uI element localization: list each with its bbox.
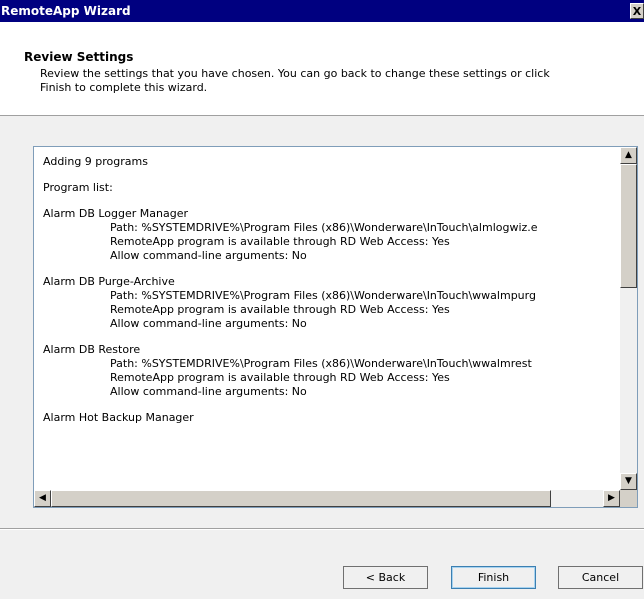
back-button[interactable]: < Back	[343, 566, 428, 589]
program-web-access: RemoteApp program is available through R…	[110, 235, 450, 248]
horizontal-scrollbar[interactable]: ◀ ▶	[34, 490, 620, 507]
program-name: Alarm DB Purge-Archive	[43, 275, 175, 288]
settings-text-area[interactable]: Adding 9 programs Program list: Alarm DB…	[34, 147, 620, 490]
scroll-down-button[interactable]: ▼	[620, 473, 637, 490]
program-web-access: RemoteApp program is available through R…	[110, 371, 450, 384]
program-count: Adding 9 programs	[43, 155, 148, 168]
close-button[interactable]: X	[630, 3, 644, 19]
footer-separator	[0, 528, 644, 530]
scroll-left-button[interactable]: ◀	[34, 490, 51, 507]
vertical-scroll-thumb[interactable]	[620, 164, 637, 288]
program-name: Alarm DB Restore	[43, 343, 141, 356]
scroll-up-button[interactable]: ▲	[620, 147, 637, 164]
vertical-scrollbar[interactable]: ▲ ▼	[620, 147, 637, 490]
scroll-right-button[interactable]: ▶	[603, 490, 620, 507]
horizontal-scroll-thumb[interactable]	[51, 490, 551, 507]
program-path: Path: %SYSTEMDRIVE%\Program Files (x86)\…	[110, 221, 538, 234]
program-path: Path: %SYSTEMDRIVE%\Program Files (x86)\…	[110, 357, 532, 370]
program-name: Alarm DB Logger Manager	[43, 207, 189, 220]
program-web-access: RemoteApp program is available through R…	[110, 303, 450, 316]
window-title: RemoteApp Wizard	[1, 4, 131, 18]
cancel-button[interactable]: Cancel	[558, 566, 643, 589]
settings-summary-box[interactable]: Adding 9 programs Program list: Alarm DB…	[33, 146, 638, 508]
program-args: Allow command-line arguments: No	[110, 249, 307, 262]
wizard-header: Review Settings Review the settings that…	[0, 22, 644, 116]
title-bar: RemoteApp Wizard X	[0, 0, 644, 22]
program-list-label: Program list:	[43, 181, 113, 194]
finish-button[interactable]: Finish	[451, 566, 536, 589]
scrollbar-corner	[620, 490, 637, 507]
program-path: Path: %SYSTEMDRIVE%\Program Files (x86)\…	[110, 289, 536, 302]
program-args: Allow command-line arguments: No	[110, 317, 307, 330]
page-title: Review Settings	[24, 50, 134, 64]
program-args: Allow command-line arguments: No	[110, 385, 307, 398]
program-name: Alarm Hot Backup Manager	[43, 411, 194, 424]
page-description: Review the settings that you have chosen…	[40, 67, 550, 94]
